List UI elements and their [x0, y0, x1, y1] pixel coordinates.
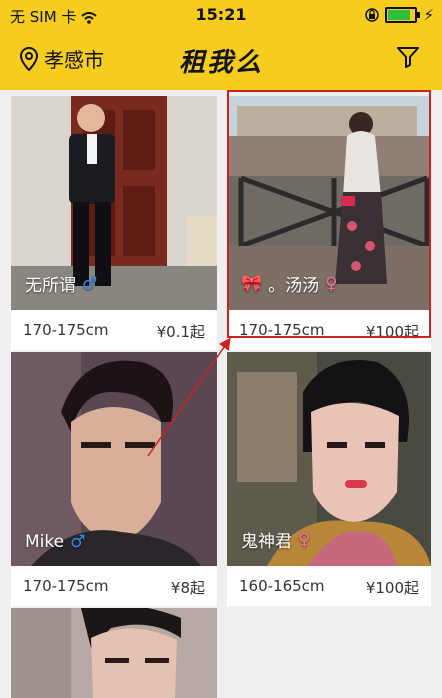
annotation-arrow — [147, 337, 231, 457]
